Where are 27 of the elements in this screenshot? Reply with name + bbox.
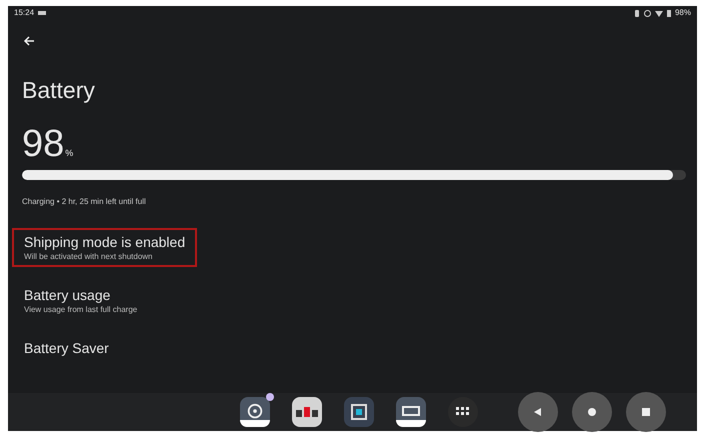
settings-item[interactable]: Shipping mode is enabled Will be activated with next shutdown <box>12 228 198 267</box>
settings-item[interactable]: Battery Saver <box>12 334 121 362</box>
charging-status: Charging • 2 hr, 25 min left until full <box>22 197 146 206</box>
item-title: Battery Saver <box>24 339 109 357</box>
item-title: Shipping mode is enabled <box>24 233 186 251</box>
item-summary: View usage from last full charge <box>24 304 138 315</box>
triangle-icon <box>533 407 543 417</box>
battery-percentage: 98% <box>674 7 691 19</box>
back-icon[interactable] <box>22 34 36 48</box>
app-drawer-icon[interactable] <box>448 397 478 427</box>
circle-icon <box>587 407 597 417</box>
recents-button[interactable] <box>626 392 666 432</box>
clock-time: 15:24 <box>14 7 34 19</box>
item-summary: Will be activated with next shutdown <box>24 251 154 262</box>
battery-icon <box>666 10 671 16</box>
scanner-app-icon[interactable] <box>344 397 374 427</box>
wifi-icon <box>654 10 663 16</box>
page-title: Battery <box>22 76 95 104</box>
tool-app-icon[interactable] <box>396 397 426 427</box>
square-icon <box>641 407 651 417</box>
settings-item[interactable]: Battery usage View usage from last full charge <box>12 281 150 320</box>
battery-level-text: 98 <box>22 124 64 164</box>
back-button[interactable] <box>518 392 558 432</box>
item-title: Battery usage <box>24 286 112 304</box>
home-button[interactable] <box>572 392 612 432</box>
percent-sign: % <box>65 146 74 160</box>
cars-app-icon[interactable] <box>292 397 322 427</box>
